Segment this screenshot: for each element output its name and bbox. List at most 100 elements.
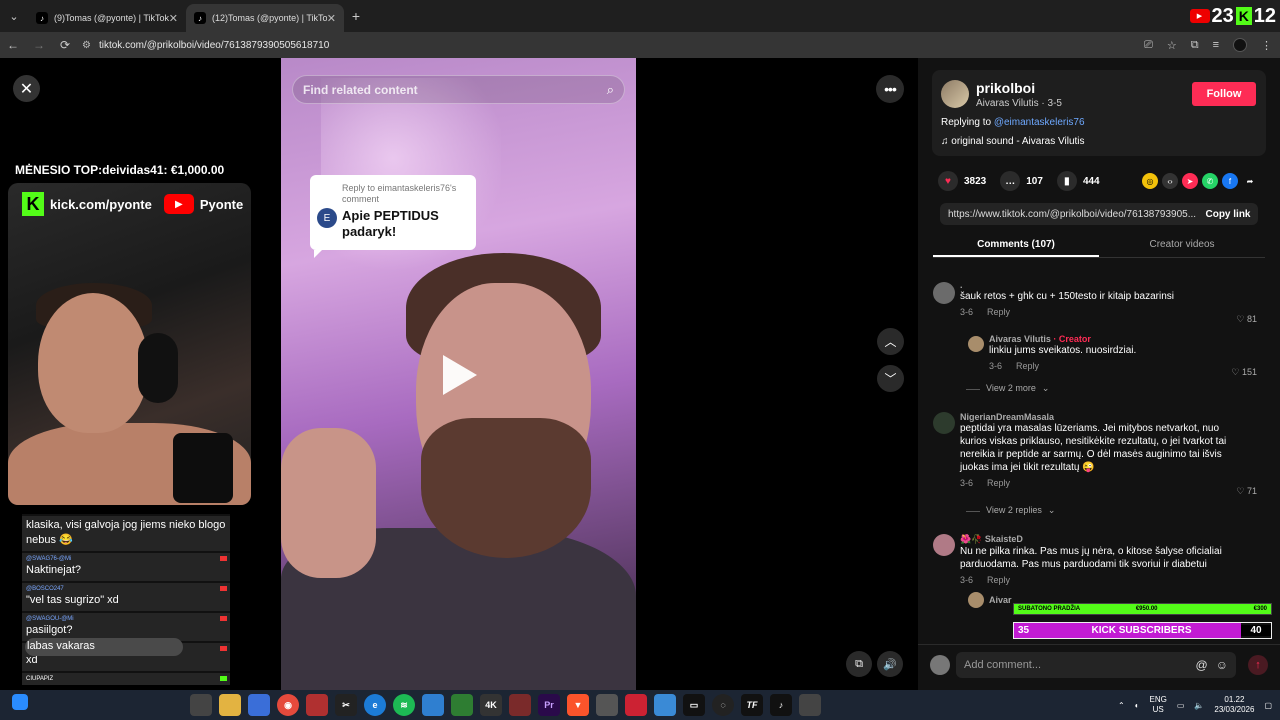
sound-info[interactable]: ♫ original sound - Aivaras Vilutis — [941, 136, 1085, 147]
video-player[interactable]: Find related content ⌕ E Reply to eimant… — [281, 58, 636, 690]
view-more-replies[interactable]: View 2 more ⌄ — [966, 380, 1265, 412]
save-button[interactable]: ▮ 444 — [1056, 171, 1100, 191]
comment-author[interactable]: 🌺🥀 SkaisteD — [960, 534, 1235, 545]
new-tab-button[interactable]: + — [344, 8, 368, 24]
edge-icon[interactable]: e — [364, 694, 386, 716]
app-icon[interactable] — [509, 694, 531, 716]
language-indicator[interactable]: ENG US — [1150, 695, 1167, 715]
copy-link-button[interactable]: Copy link — [1198, 209, 1258, 220]
site-info-icon[interactable]: ⚙ — [82, 40, 91, 51]
browser-tab-1[interactable]: ♪ (9)Tomas (@pyonte) | TikTok ✕ — [28, 4, 186, 32]
chat-user: @SWAGOU-@Mi — [26, 616, 74, 622]
app-icon[interactable]: TF — [741, 694, 763, 716]
photos-icon[interactable] — [422, 694, 444, 716]
volume-icon[interactable]: 🔈 — [1194, 701, 1204, 710]
browser-tab-2[interactable]: ♪ (12)Tomas (@pyonte) | TikTok ✕ — [186, 4, 344, 32]
extensions-icon[interactable]: ⧉ — [1191, 39, 1199, 52]
mention-link[interactable]: @eimantaskeleris76 — [994, 117, 1085, 128]
obs-icon[interactable]: ◌ — [712, 694, 734, 716]
chrome-icon[interactable]: ◉ — [277, 694, 299, 716]
clock[interactable]: 01.22 23/03/2026 — [1214, 695, 1254, 715]
cast-icon[interactable]: ⎚ — [1144, 39, 1153, 52]
app-icon[interactable] — [799, 694, 821, 716]
more-options-icon[interactable]: ••• — [876, 75, 904, 103]
reply-button[interactable]: Reply — [987, 478, 1010, 488]
tiktok-icon[interactable]: ♪ — [770, 694, 792, 716]
tab-search-icon[interactable]: ⌄ — [0, 0, 28, 32]
back-icon[interactable]: ← — [0, 38, 26, 52]
facebook-icon[interactable]: f — [1222, 173, 1238, 189]
follow-button[interactable]: Follow — [1192, 82, 1256, 106]
bookmark-star-icon[interactable]: ☆ — [1167, 39, 1177, 52]
comment-like[interactable]: ♡ 71 — [1236, 486, 1257, 497]
comment-like[interactable]: ♡ 151 — [1231, 367, 1257, 378]
close-icon[interactable]: ✕ — [327, 12, 336, 25]
whatsapp-icon[interactable]: ✆ — [1202, 173, 1218, 189]
comment-author[interactable]: Aivaras Vilutis · Creator — [989, 334, 1229, 344]
view-replies[interactable]: View 2 replies ⌄ — [966, 502, 1265, 534]
windows-start-icon[interactable] — [12, 694, 28, 710]
tray-app-icon[interactable]: ◐ — [1135, 701, 1140, 710]
menu-icon[interactable]: ⋮ — [1261, 39, 1272, 52]
comment-author[interactable]: NigerianDreamMasala — [960, 412, 1235, 422]
picture-in-picture-icon[interactable]: ⧉ — [846, 651, 872, 677]
app-icon[interactable] — [306, 694, 328, 716]
file-explorer-icon[interactable] — [219, 694, 241, 716]
profile-avatar[interactable] — [1233, 38, 1247, 52]
avatar[interactable] — [968, 336, 984, 352]
app-icon[interactable]: 4K — [480, 694, 502, 716]
comment-author[interactable]: . — [960, 280, 1240, 290]
forward-icon[interactable]: → — [26, 38, 52, 52]
tab-comments[interactable]: Comments (107) — [933, 234, 1099, 257]
avatar[interactable] — [933, 282, 955, 304]
coin-icon[interactable]: ◎ — [1142, 173, 1158, 189]
sound-name: original sound - Aivaras Vilutis — [951, 136, 1085, 147]
app-icon[interactable] — [451, 694, 473, 716]
notepad-icon[interactable] — [654, 694, 676, 716]
embed-icon[interactable]: ‹› — [1162, 173, 1178, 189]
emoji-icon[interactable]: ☺ — [1216, 658, 1228, 672]
avatar[interactable] — [933, 534, 955, 556]
app-icon[interactable] — [596, 694, 618, 716]
network-icon[interactable]: ▭ — [1177, 701, 1185, 710]
share-icon[interactable]: ➦ — [1242, 173, 1258, 189]
reload-icon[interactable]: ⟳ — [52, 38, 78, 52]
chevron-up-icon[interactable]: ︿ — [877, 328, 904, 355]
store-icon[interactable] — [248, 694, 270, 716]
avatar[interactable] — [933, 412, 955, 434]
capcut-icon[interactable]: ✂ — [335, 694, 357, 716]
tab-creator-videos[interactable]: Creator videos — [1099, 234, 1265, 257]
notifications-icon[interactable]: ▢ — [1264, 701, 1272, 710]
chevron-up-icon[interactable]: ⌃ — [1118, 701, 1125, 710]
address-bar[interactable]: ⚙ tiktok.com/@prikolboi/video/7613879390… — [82, 40, 329, 51]
premiere-icon[interactable]: Pr — [538, 694, 560, 716]
reply-button[interactable]: Reply — [1016, 361, 1039, 371]
terminal-icon[interactable]: ▭ — [683, 694, 705, 716]
comment-button[interactable]: … 107 — [1000, 171, 1043, 191]
close-icon[interactable]: ✕ — [169, 12, 178, 25]
brave-icon[interactable]: ▼ — [567, 694, 589, 716]
task-view-icon[interactable] — [190, 694, 212, 716]
app-icon[interactable] — [625, 694, 647, 716]
reply-button[interactable]: Reply — [987, 307, 1010, 317]
comment-like[interactable]: ♡ 81 — [1236, 314, 1257, 325]
volume-icon[interactable]: 🔊 — [877, 651, 903, 677]
send-to-friends-icon[interactable]: ➤ — [1182, 173, 1198, 189]
avatar[interactable] — [968, 592, 984, 608]
author-avatar[interactable] — [941, 80, 969, 108]
search-icon[interactable]: ⌕ — [607, 82, 614, 98]
play-icon[interactable] — [443, 355, 477, 395]
author-username[interactable]: prikolboi — [976, 80, 1035, 96]
related-search-input[interactable]: Find related content ⌕ — [292, 75, 625, 104]
youtube-logo-icon: ▶ — [163, 194, 194, 214]
spotify-icon[interactable]: ≋ — [393, 694, 415, 716]
chevron-down-icon[interactable]: ﹀ — [877, 365, 904, 392]
like-button[interactable]: ♥ 3823 — [938, 171, 986, 191]
comment-author[interactable]: Aivar — [989, 595, 1012, 605]
send-arrow-icon[interactable]: ↑ — [1248, 655, 1268, 675]
media-icon[interactable]: ≡ — [1213, 39, 1219, 51]
close-video-button[interactable]: ✕ — [13, 75, 40, 102]
add-comment-input[interactable]: Add comment... @ ☺ — [956, 652, 1236, 678]
reply-button[interactable]: Reply — [987, 575, 1010, 585]
mention-icon[interactable]: @ — [1196, 658, 1208, 672]
